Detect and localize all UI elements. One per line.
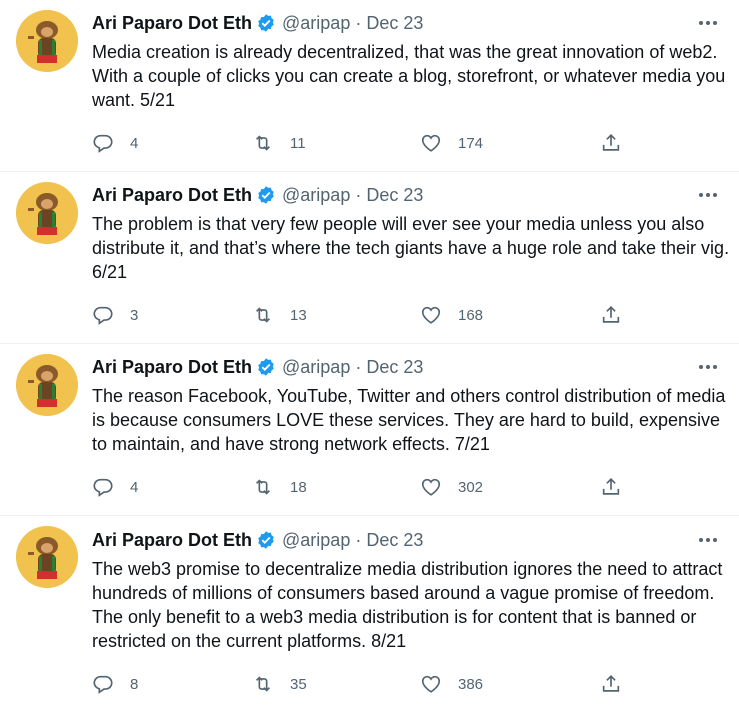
share-icon xyxy=(600,132,622,154)
reply-icon xyxy=(92,476,114,498)
tweet-text: Media creation is already decentralized,… xyxy=(92,42,726,110)
retweet-count: 18 xyxy=(290,478,307,496)
tweet-actions: 4 11 174 xyxy=(92,131,652,155)
separator: · xyxy=(355,13,362,33)
tweet-date[interactable]: Dec 23 xyxy=(366,184,423,206)
share-button[interactable] xyxy=(600,475,622,499)
reply-button[interactable]: 4 xyxy=(92,475,138,499)
separator: · xyxy=(355,530,362,550)
retweet-icon xyxy=(252,132,274,154)
retweet-count: 11 xyxy=(290,134,306,152)
retweet-icon xyxy=(252,304,274,326)
tweet-text: The web3 promise to decentralize media d… xyxy=(92,559,723,651)
share-button[interactable] xyxy=(600,672,622,696)
share-button[interactable] xyxy=(600,303,622,327)
like-button[interactable]: 168 xyxy=(420,303,483,327)
reply-count: 4 xyxy=(130,478,139,496)
retweet-button[interactable]: 35 xyxy=(252,672,307,696)
more-horizontal-icon[interactable] xyxy=(694,356,722,378)
avatar[interactable] xyxy=(16,10,78,72)
like-count: 174 xyxy=(458,134,484,152)
tweet-date[interactable]: Dec 23 xyxy=(366,12,423,34)
tweet-date[interactable]: Dec 23 xyxy=(366,529,423,551)
like-count: 386 xyxy=(458,675,484,693)
author-handle[interactable]: @aripap xyxy=(282,184,350,206)
tweet-actions: 4 18 302 xyxy=(92,475,652,499)
tweet-thread: Ari Paparo Dot Eth @aripap · Dec 23 Medi… xyxy=(0,0,739,707)
reply-button[interactable]: 4 xyxy=(92,131,138,155)
reply-icon xyxy=(92,132,114,154)
like-button[interactable]: 174 xyxy=(420,131,483,155)
tweet[interactable]: Ari Paparo Dot Eth @aripap · Dec 23 The … xyxy=(0,516,739,707)
retweet-button[interactable]: 18 xyxy=(252,475,307,499)
share-icon xyxy=(600,476,622,498)
reply-button[interactable]: 8 xyxy=(92,672,138,696)
avatar[interactable] xyxy=(16,354,78,416)
avatar[interactable] xyxy=(16,526,78,588)
author-handle[interactable]: @aripap xyxy=(282,12,350,34)
verified-badge-icon xyxy=(256,185,276,205)
like-count: 302 xyxy=(458,478,484,496)
avatar[interactable] xyxy=(16,182,78,244)
reply-button[interactable]: 3 xyxy=(92,303,138,327)
tweet[interactable]: Ari Paparo Dot Eth @aripap · Dec 23 The … xyxy=(0,344,739,516)
retweet-button[interactable]: 11 xyxy=(252,131,306,155)
author-name[interactable]: Ari Paparo Dot Eth xyxy=(92,184,252,206)
author-name[interactable]: Ari Paparo Dot Eth xyxy=(92,529,252,551)
separator: · xyxy=(355,185,362,205)
tweet-actions: 8 35 386 xyxy=(92,672,652,696)
reply-count: 3 xyxy=(130,306,139,324)
share-button[interactable] xyxy=(600,131,622,155)
reply-icon xyxy=(92,304,114,326)
tweet[interactable]: Ari Paparo Dot Eth @aripap · Dec 23 The … xyxy=(0,172,739,344)
reply-count: 4 xyxy=(130,134,139,152)
reply-count: 8 xyxy=(130,675,139,693)
heart-icon xyxy=(420,304,442,326)
heart-icon xyxy=(420,476,442,498)
heart-icon xyxy=(420,132,442,154)
tweet-actions: 3 13 168 xyxy=(92,303,652,327)
like-button[interactable]: 386 xyxy=(420,672,483,696)
retweet-icon xyxy=(252,673,274,695)
author-name[interactable]: Ari Paparo Dot Eth xyxy=(92,12,252,34)
heart-icon xyxy=(420,673,442,695)
verified-badge-icon xyxy=(256,357,276,377)
verified-badge-icon xyxy=(256,530,276,550)
share-icon xyxy=(600,673,622,695)
tweet-date[interactable]: Dec 23 xyxy=(366,356,423,378)
tweet[interactable]: Ari Paparo Dot Eth @aripap · Dec 23 Medi… xyxy=(0,0,739,172)
tweet-text: The reason Facebook, YouTube, Twitter an… xyxy=(92,386,726,454)
like-button[interactable]: 302 xyxy=(420,475,483,499)
verified-badge-icon xyxy=(256,13,276,33)
separator: · xyxy=(355,357,362,377)
author-handle[interactable]: @aripap xyxy=(282,529,350,551)
author-handle[interactable]: @aripap xyxy=(282,356,350,378)
share-icon xyxy=(600,304,622,326)
retweet-button[interactable]: 13 xyxy=(252,303,307,327)
author-name[interactable]: Ari Paparo Dot Eth xyxy=(92,356,252,378)
like-count: 168 xyxy=(458,306,484,324)
retweet-count: 13 xyxy=(290,306,307,324)
more-horizontal-icon[interactable] xyxy=(694,12,722,34)
retweet-icon xyxy=(252,476,274,498)
tweet-text: The problem is that very few people will… xyxy=(92,214,730,282)
more-horizontal-icon[interactable] xyxy=(694,529,722,551)
retweet-count: 35 xyxy=(290,675,307,693)
reply-icon xyxy=(92,673,114,695)
more-horizontal-icon[interactable] xyxy=(694,184,722,206)
